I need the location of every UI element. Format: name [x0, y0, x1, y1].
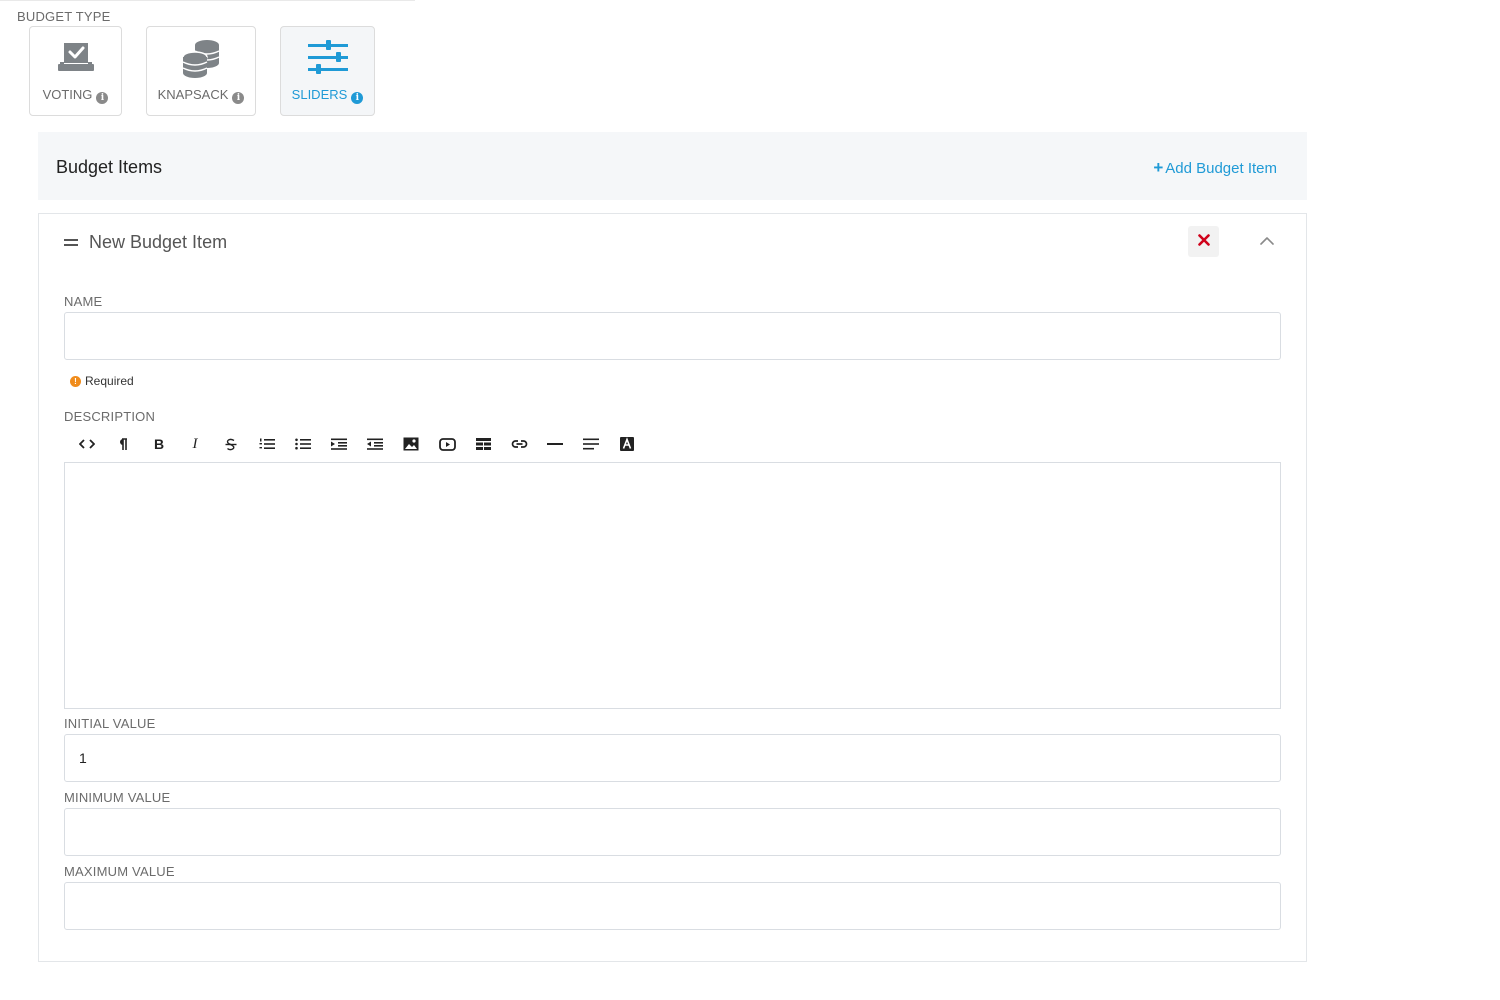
maximum-value-label: MAXIMUM VALUE [64, 864, 175, 879]
text-color-icon[interactable] [609, 432, 645, 456]
strikethrough-icon[interactable] [213, 432, 249, 456]
initial-value-input[interactable] [64, 734, 1281, 782]
drag-handle-icon[interactable] [64, 239, 78, 247]
description-label: DESCRIPTION [64, 409, 156, 424]
coins-stack-icon [180, 39, 222, 84]
delete-item-button[interactable] [1188, 226, 1219, 257]
indent-icon[interactable] [321, 432, 357, 456]
collapse-button[interactable] [1257, 232, 1277, 250]
budget-item-title: New Budget Item [89, 232, 228, 252]
budget-type-sliders[interactable]: SLIDERS i [280, 26, 375, 116]
insert-link-icon[interactable] [501, 432, 537, 456]
info-icon[interactable]: i [96, 92, 109, 104]
name-input[interactable] [64, 312, 1281, 360]
insert-table-icon[interactable] [465, 432, 501, 456]
budget-type-knapsack[interactable]: KNAPSACK i [146, 26, 256, 116]
align-icon[interactable] [573, 432, 609, 456]
chevron-up-icon [1260, 232, 1274, 250]
outdent-icon[interactable] [357, 432, 393, 456]
close-icon [1197, 233, 1210, 251]
description-editor[interactable] [64, 462, 1281, 709]
warning-icon: ! [70, 375, 81, 387]
name-label: NAME [64, 294, 103, 309]
budget-type-voting[interactable]: VOTING i [29, 26, 122, 116]
horizontal-rule-icon[interactable] [537, 432, 573, 456]
info-icon[interactable]: i [351, 92, 364, 104]
add-budget-item-label: Add Budget Item [1165, 160, 1277, 177]
voting-label: VOTING [42, 87, 93, 102]
bold-icon[interactable]: B [141, 432, 177, 456]
budget-items-header: Budget Items + Add Budget Item [38, 132, 1307, 200]
ordered-list-icon[interactable] [249, 432, 285, 456]
add-budget-item-button[interactable]: + Add Budget Item [1153, 158, 1277, 178]
budget-type-label: BUDGET TYPE [17, 9, 111, 24]
insert-video-icon[interactable] [429, 432, 465, 456]
plus-icon: + [1153, 158, 1164, 177]
minimum-value-input[interactable] [64, 808, 1281, 856]
required-message: ! Required [70, 374, 134, 388]
info-icon[interactable]: i [232, 92, 245, 104]
required-text: Required [85, 374, 134, 388]
editor-toolbar: B I [69, 432, 645, 456]
initial-value-label: INITIAL VALUE [64, 716, 156, 731]
insert-image-icon[interactable] [393, 432, 429, 456]
minimum-value-label: MINIMUM VALUE [64, 790, 171, 805]
code-view-icon[interactable] [69, 432, 105, 456]
ballot-check-icon [56, 39, 96, 78]
knapsack-label: KNAPSACK [157, 87, 229, 102]
unordered-list-icon[interactable] [285, 432, 321, 456]
budget-items-title: Budget Items [56, 157, 163, 177]
sliders-icon [307, 39, 349, 80]
top-divider [0, 0, 415, 1]
italic-icon[interactable]: I [177, 432, 213, 456]
sliders-label: SLIDERS [291, 87, 348, 102]
budget-item-panel: New Budget Item NAME ! Required DESCRIPT… [38, 213, 1307, 962]
maximum-value-input[interactable] [64, 882, 1281, 930]
paragraph-icon[interactable] [105, 432, 141, 456]
